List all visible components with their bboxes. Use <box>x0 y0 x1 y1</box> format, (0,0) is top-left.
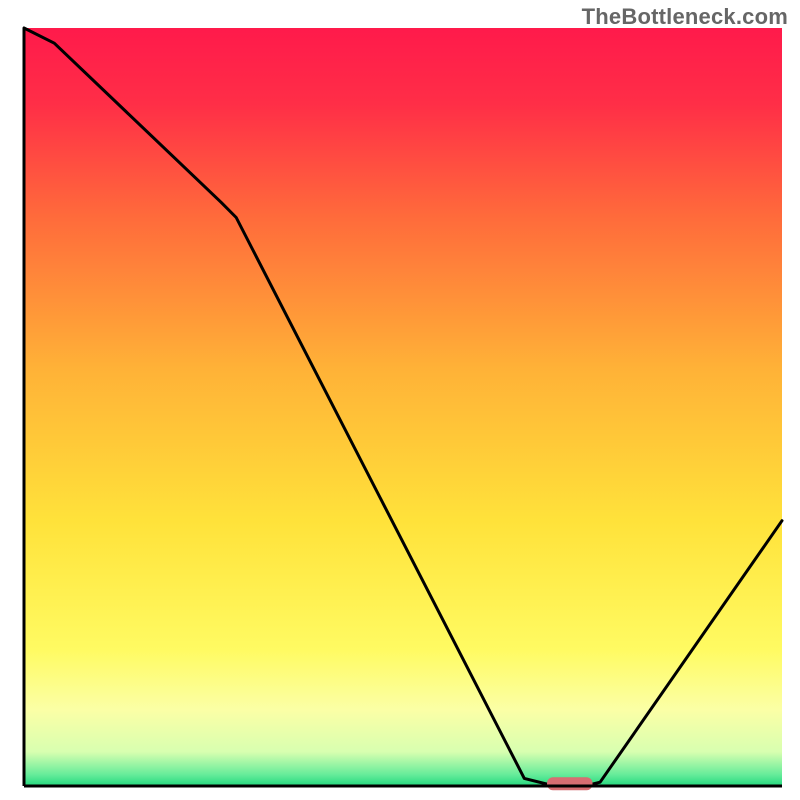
bottleneck-chart <box>0 0 800 800</box>
optimal-range-marker <box>547 777 592 790</box>
chart-container: TheBottleneck.com <box>0 0 800 800</box>
plot-background <box>24 28 782 786</box>
